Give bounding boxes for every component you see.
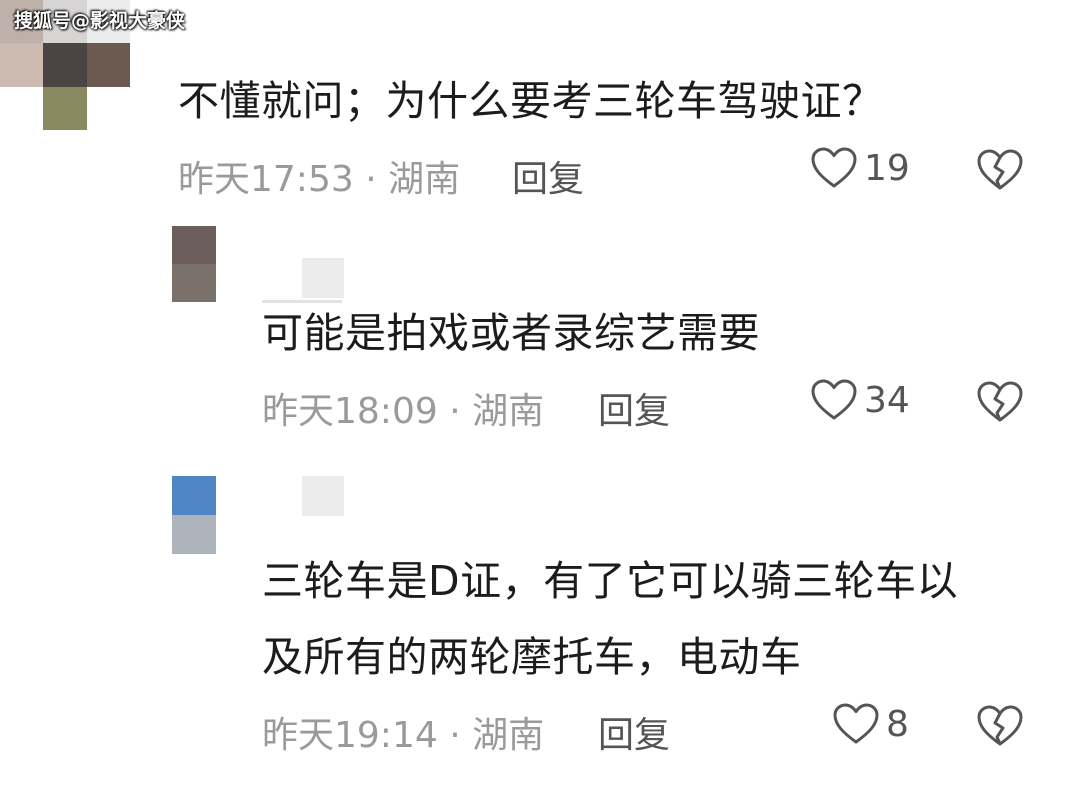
like-count: 8: [886, 703, 909, 745]
username-blurred: [302, 258, 344, 298]
broken-heart-icon[interactable]: [976, 148, 1024, 192]
heart-outline-icon: [811, 147, 857, 188]
comment-text: 可能是拍戏或者录综艺需要: [262, 309, 760, 357]
comment-text-line-2: 及所有的两轮摩托车，电动车: [262, 633, 802, 681]
reply-button[interactable]: 回复: [598, 382, 670, 434]
like-button[interactable]: 8: [832, 702, 909, 746]
comment-time-location: 昨天18:09 · 湖南: [262, 391, 545, 432]
comment-text-line-1: 三轮车是D证，有了它可以骑三轮车以: [262, 557, 959, 605]
broken-heart-icon[interactable]: [976, 380, 1024, 424]
heart-outline-icon: [811, 379, 857, 420]
avatar[interactable]: [172, 476, 216, 554]
like-count: 19: [864, 147, 910, 189]
heart-outline-icon: [833, 703, 879, 744]
reply-button[interactable]: 回复: [598, 706, 670, 758]
reply-button[interactable]: 回复: [512, 150, 584, 202]
watermark: 搜狐号@影视大豪侠: [14, 10, 186, 32]
comment-time-location: 昨天17:53 · 湖南: [178, 159, 461, 200]
broken-heart-icon[interactable]: [976, 704, 1024, 748]
comment-time-location: 昨天19:14 · 湖南: [262, 715, 545, 756]
username-blurred: [302, 476, 344, 516]
like-button[interactable]: 34: [810, 378, 910, 422]
like-count: 34: [864, 379, 910, 421]
avatar[interactable]: [172, 226, 216, 302]
comment-text: 不懂就问；为什么要考三轮车驾驶证？: [178, 77, 884, 125]
like-button[interactable]: 19: [810, 146, 910, 190]
